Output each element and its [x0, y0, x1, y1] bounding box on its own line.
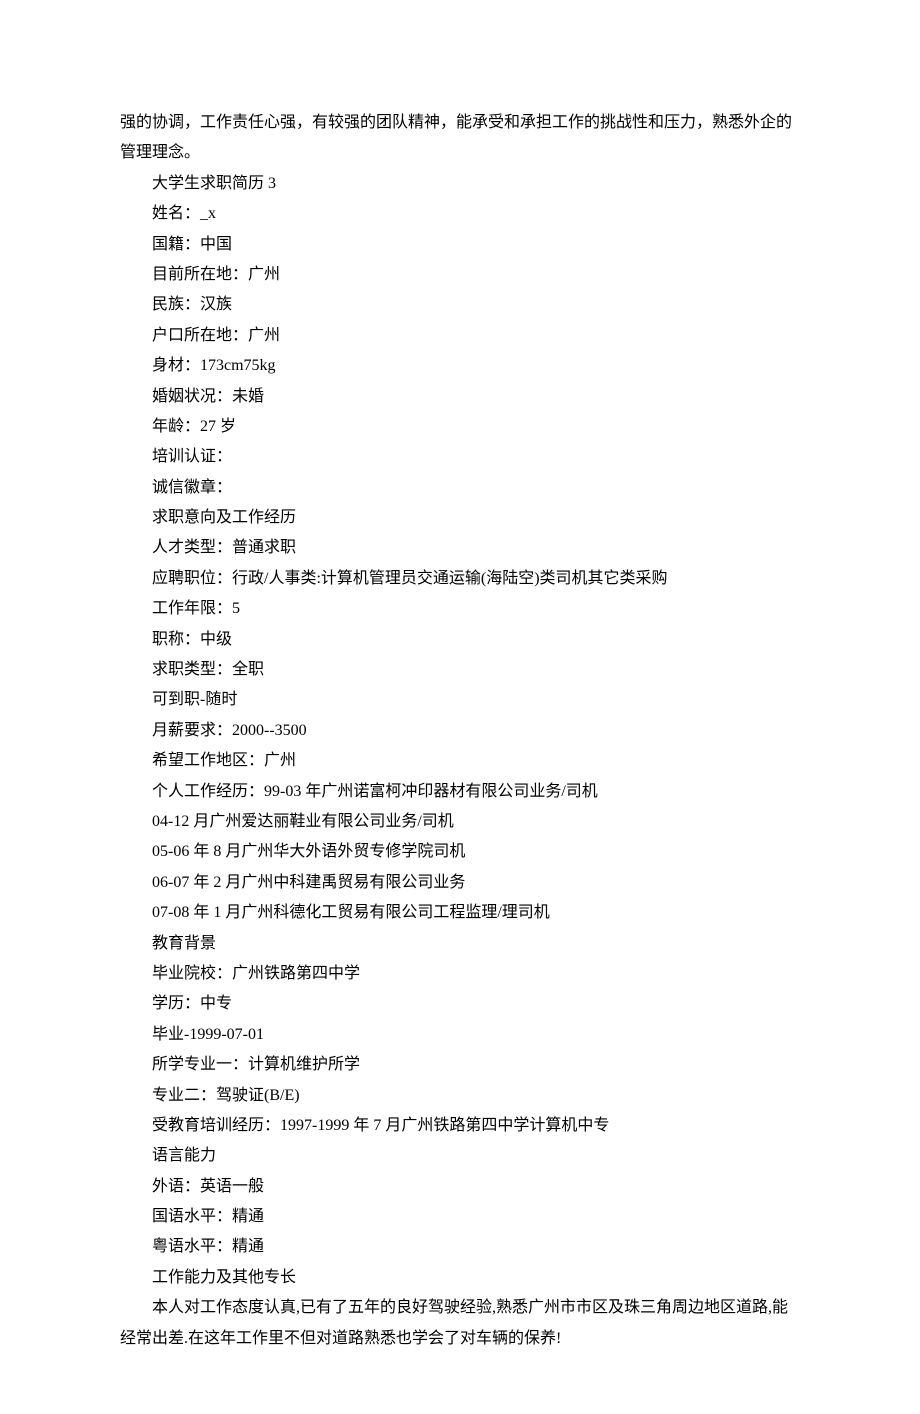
text-line: 国语水平：精通: [120, 1202, 800, 1232]
document-page: 强的协调，工作责任心强，有较强的团队精神，能承受和承担工作的挑战性和压力，熟悉外…: [0, 0, 920, 1414]
text-line: 人才类型：普通求职: [120, 533, 800, 563]
text-line: 粤语水平：精通: [120, 1232, 800, 1262]
text-line: 强的协调，工作责任心强，有较强的团队精神，能承受和承担工作的挑战性和压力，熟悉外…: [120, 108, 800, 169]
text-line: 培训认证：: [120, 442, 800, 472]
text-line: 可到职-随时: [120, 685, 800, 715]
text-line: 04-12 月广州爱达丽鞋业有限公司业务/司机: [120, 807, 800, 837]
text-line: 工作能力及其他专长: [120, 1263, 800, 1293]
text-line: 婚姻状况：未婚: [120, 382, 800, 412]
text-line: 学历：中专: [120, 989, 800, 1019]
text-line: 民族：汉族: [120, 290, 800, 320]
text-line: 毕业-1999-07-01: [120, 1020, 800, 1050]
text-line: 本人对工作态度认真,已有了五年的良好驾驶经验,熟悉广州市市区及珠三角周边地区道路…: [120, 1293, 800, 1354]
text-line: 诚信徽章：: [120, 473, 800, 503]
text-line: 专业二：驾驶证(B/E): [120, 1081, 800, 1111]
text-line: 06-07 年 2 月广州中科建禹贸易有限公司业务: [120, 868, 800, 898]
text-line: 个人工作经历：99-03 年广州诺富柯冲印器材有限公司业务/司机: [120, 777, 800, 807]
text-line: 所学专业一：计算机维护所学: [120, 1050, 800, 1080]
text-line: 目前所在地：广州: [120, 260, 800, 290]
text-line: 大学生求职简历 3: [120, 169, 800, 199]
text-line: 求职类型：全职: [120, 655, 800, 685]
text-line: 语言能力: [120, 1141, 800, 1171]
text-line: 工作年限：5: [120, 594, 800, 624]
text-line: 职称：中级: [120, 625, 800, 655]
text-line: 受教育培训经历：1997-1999 年 7 月广州铁路第四中学计算机中专: [120, 1111, 800, 1141]
text-line: 户口所在地：广州: [120, 321, 800, 351]
text-line: 年龄：27 岁: [120, 412, 800, 442]
text-line: 教育背景: [120, 929, 800, 959]
text-line: 月薪要求：2000--3500: [120, 716, 800, 746]
text-line: 姓名：_x: [120, 199, 800, 229]
text-line: 希望工作地区：广州: [120, 746, 800, 776]
text-line: 求职意向及工作经历: [120, 503, 800, 533]
text-line: 外语：英语一般: [120, 1172, 800, 1202]
text-line: 身材：173cm75kg: [120, 351, 800, 381]
text-line: 毕业院校：广州铁路第四中学: [120, 959, 800, 989]
text-line: 应聘职位：行政/人事类:计算机管理员交通运输(海陆空)类司机其它类采购: [120, 564, 800, 594]
document-content: 强的协调，工作责任心强，有较强的团队精神，能承受和承担工作的挑战性和压力，熟悉外…: [120, 108, 800, 1354]
text-line: 国籍：中国: [120, 230, 800, 260]
text-line: 05-06 年 8 月广州华大外语外贸专修学院司机: [120, 837, 800, 867]
text-line: 07-08 年 1 月广州科德化工贸易有限公司工程监理/理司机: [120, 898, 800, 928]
